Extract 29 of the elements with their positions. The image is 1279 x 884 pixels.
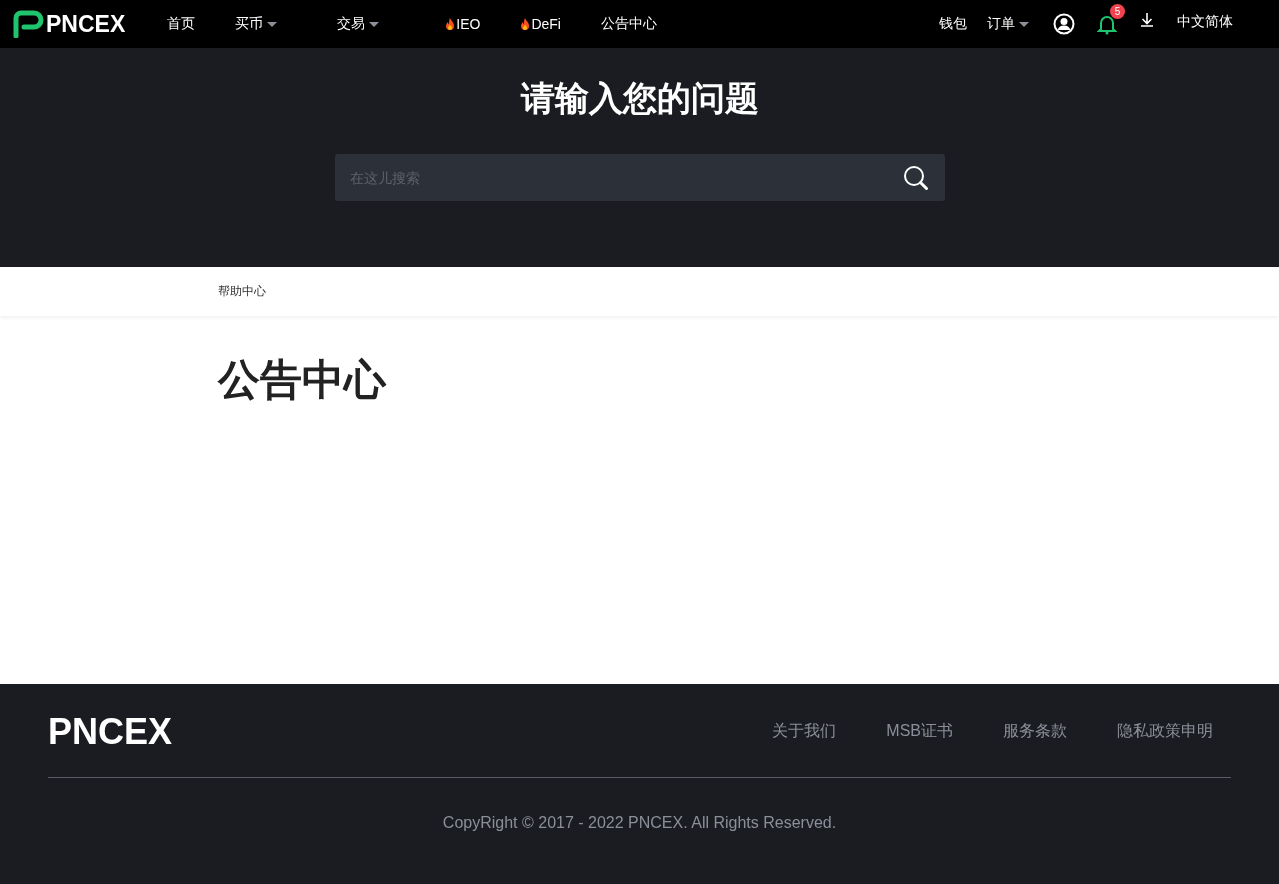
flame-icon bbox=[445, 17, 456, 31]
breadcrumb-link[interactable]: 帮助中心 bbox=[218, 283, 266, 300]
nav-label: IEO bbox=[456, 16, 481, 32]
footer-link[interactable]: MSB证书 bbox=[886, 721, 953, 742]
nav-dropdown[interactable]: 买币 bbox=[235, 15, 278, 33]
footer-link[interactable]: 关于我们 bbox=[772, 721, 837, 742]
nav-link[interactable]: 首页 bbox=[167, 15, 196, 33]
nav-label: DeFi bbox=[531, 16, 561, 32]
footer-link[interactable]: 隐私政策申明 bbox=[1117, 721, 1213, 742]
user-icon[interactable] bbox=[1053, 13, 1075, 35]
language-selector[interactable]: 中文简体 bbox=[1177, 13, 1233, 31]
bell-icon[interactable] bbox=[1097, 13, 1117, 35]
wallet-link[interactable]: 钱包 bbox=[939, 15, 967, 33]
nav-link[interactable]: 公告中心 bbox=[600, 15, 657, 33]
nav-link[interactable]: IEO bbox=[445, 16, 481, 32]
download-icon[interactable] bbox=[1141, 13, 1153, 27]
nav-dropdown[interactable]: 交易 bbox=[337, 15, 380, 33]
copyright-text: CopyRight © 2017 - 2022 PNCEX. All Rights Reserved. bbox=[441, 814, 838, 832]
logo-text: PNCEX bbox=[46, 10, 126, 38]
search-icon[interactable] bbox=[902, 165, 929, 191]
flame-icon bbox=[520, 17, 531, 31]
orders-dropdown[interactable]: 订单 bbox=[987, 15, 1029, 33]
page-title: 公告中心 bbox=[218, 355, 388, 405]
footer-link[interactable]: 服务条款 bbox=[1003, 721, 1067, 742]
logo-icon bbox=[12, 10, 44, 38]
hero-title: 请输入您的问题 bbox=[520, 78, 759, 119]
nav-link[interactable]: DeFi bbox=[520, 16, 561, 32]
footer-logo: PNCEX bbox=[48, 710, 173, 753]
notification-badge: 5 bbox=[1110, 4, 1125, 19]
